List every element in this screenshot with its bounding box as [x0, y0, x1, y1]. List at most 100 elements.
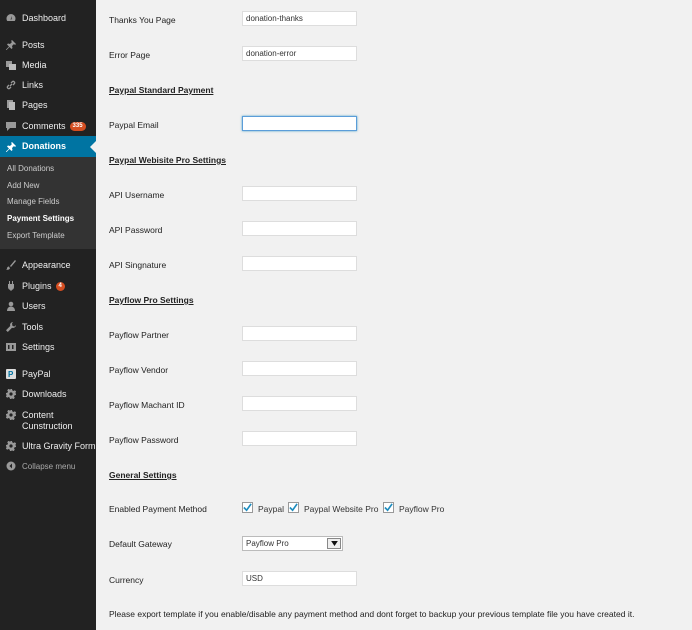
media-icon — [5, 59, 17, 71]
api-username-label: API Username — [109, 190, 165, 200]
sidebar-item-label: Settings — [22, 341, 55, 352]
paypal-email-input[interactable] — [242, 116, 357, 131]
sidebar-item-label: Downloads — [22, 388, 67, 399]
export-template-note: Please export template if you enable/dis… — [109, 609, 635, 619]
paypal-checkbox[interactable] — [242, 502, 253, 513]
sidebar-item-label: Donations — [22, 141, 66, 151]
paintbrush-icon — [5, 259, 17, 271]
sidebar-item-donations[interactable]: Donations — [0, 136, 96, 157]
sidebar-item-settings[interactable]: Settings — [0, 337, 96, 357]
sidebar-item-tools[interactable]: Tools — [0, 317, 96, 337]
error-page-label: Error Page — [109, 50, 151, 60]
paypal-website-pro-checkbox[interactable] — [288, 502, 299, 513]
comment-icon — [5, 120, 17, 132]
api-signature-input[interactable] — [242, 256, 357, 271]
sidebar-item-dashboard[interactable]: Dashboard — [0, 8, 96, 28]
payflow-heading: Payflow Pro Settings — [109, 295, 194, 305]
paypal-icon: P — [5, 368, 17, 380]
checkmark-icon — [289, 503, 298, 512]
submenu-item-export-template[interactable]: Export Template — [7, 231, 65, 240]
payment-settings-form: Thanks You Page Error Page Paypal Standa… — [96, 0, 692, 630]
paypal-email-label: Paypal Email — [109, 120, 159, 130]
sidebar-item-paypal[interactable]: P PayPal — [0, 364, 96, 384]
sidebar-item-media[interactable]: Media — [0, 55, 96, 75]
paypal-website-pro-checkbox-label: Paypal Website Pro — [304, 504, 379, 514]
sidebar-item-plugins[interactable]: Plugins 4 — [0, 276, 96, 296]
sidebar-item-label: Media — [22, 59, 47, 70]
paypal-standard-heading: Paypal Standard Payment — [109, 85, 214, 95]
api-password-label: API Password — [109, 225, 163, 235]
submenu-item-all-donations[interactable]: All Donations — [7, 164, 54, 173]
payflow-vendor-label: Payflow Vendor — [109, 365, 169, 375]
sidebar-item-ultra-gravity-form[interactable]: Ultra Gravity Form — [0, 436, 96, 456]
sidebar-item-users[interactable]: Users — [0, 296, 96, 316]
wrench-icon — [5, 321, 17, 333]
chevron-down-icon — [327, 538, 341, 549]
sidebar-item-label: Comments — [22, 120, 66, 131]
submenu-item-add-new[interactable]: Add New — [7, 181, 39, 190]
sidebar-item-label: Posts — [22, 39, 45, 50]
api-password-input[interactable] — [242, 221, 357, 236]
error-page-input[interactable] — [242, 46, 357, 61]
collapse-menu-button[interactable]: Collapse menu — [0, 456, 96, 476]
dashboard-icon — [5, 12, 17, 24]
sidebar-item-label: Ultra Gravity Form — [22, 440, 96, 451]
general-settings-heading: General Settings — [109, 470, 177, 480]
sidebar-item-label: Dashboard — [22, 12, 67, 23]
pushpin-icon — [5, 141, 17, 153]
payflow-password-label: Payflow Password — [109, 435, 179, 445]
payflow-merchant-id-input[interactable] — [242, 396, 357, 411]
sidebar-item-label: Pages — [22, 99, 48, 110]
payflow-merchant-id-label: Payflow Machant ID — [109, 400, 185, 410]
submenu-item-payment-settings[interactable]: Payment Settings — [7, 214, 74, 223]
default-gateway-label: Default Gateway — [109, 539, 172, 549]
currency-input[interactable] — [242, 571, 357, 586]
users-icon — [5, 300, 17, 312]
checkmark-icon — [384, 503, 393, 512]
checkmark-icon — [243, 503, 252, 512]
sidebar-item-label: Plugins — [22, 280, 52, 291]
sidebar-item-pages[interactable]: Pages — [0, 95, 96, 115]
gear-icon — [5, 388, 17, 400]
sidebar-item-links[interactable]: Links — [0, 75, 96, 95]
gear-icon — [5, 409, 17, 421]
settings-icon — [5, 341, 17, 353]
default-gateway-value: Payflow Pro — [246, 539, 289, 548]
sidebar-item-posts[interactable]: Posts — [0, 35, 96, 55]
sidebar-item-comments[interactable]: Comments 335 — [0, 116, 96, 136]
pushpin-icon — [5, 39, 17, 51]
payflow-vendor-input[interactable] — [242, 361, 357, 376]
sidebar-item-label: Tools — [22, 321, 44, 332]
plugin-icon — [5, 280, 17, 292]
thanks-page-label: Thanks You Page — [109, 15, 176, 25]
comments-count-badge: 335 — [69, 121, 86, 131]
sidebar-item-label: Content Cunstruction — [22, 410, 73, 431]
gear-icon — [5, 440, 17, 452]
donations-submenu: All Donations Add New Manage Fields Paym… — [0, 157, 96, 249]
sidebar-item-content-construction[interactable]: Content Cunstruction — [0, 406, 96, 434]
sidebar-item-appearance[interactable]: Appearance — [0, 255, 96, 275]
sidebar-item-label: Users — [22, 300, 46, 311]
payflow-pro-checkbox[interactable] — [383, 502, 394, 513]
collapse-icon — [5, 460, 17, 472]
svg-text:P: P — [8, 370, 14, 379]
api-signature-label: API Singnature — [109, 260, 167, 270]
currency-label: Currency — [109, 575, 144, 585]
default-gateway-select[interactable]: Payflow Pro — [242, 536, 343, 551]
api-username-input[interactable] — [242, 186, 357, 201]
website-pro-heading: Paypal Webisite Pro Settings — [109, 155, 226, 165]
submenu-item-manage-fields[interactable]: Manage Fields — [7, 197, 59, 206]
payflow-partner-input[interactable] — [242, 326, 357, 341]
sidebar-item-downloads[interactable]: Downloads — [0, 384, 96, 404]
sidebar-item-label: Appearance — [22, 259, 71, 270]
sidebar-item-label: Collapse menu — [22, 461, 76, 471]
thanks-page-input[interactable] — [242, 11, 357, 26]
pages-icon — [5, 99, 17, 111]
payflow-pro-checkbox-label: Payflow Pro — [399, 504, 445, 514]
payflow-partner-label: Payflow Partner — [109, 330, 169, 340]
sidebar-item-label: PayPal — [22, 368, 51, 379]
payflow-password-input[interactable] — [242, 431, 357, 446]
enabled-methods-label: Enabled Payment Method — [109, 504, 207, 514]
sidebar-item-label: Links — [22, 79, 44, 90]
plugins-update-badge: 4 — [55, 281, 65, 291]
